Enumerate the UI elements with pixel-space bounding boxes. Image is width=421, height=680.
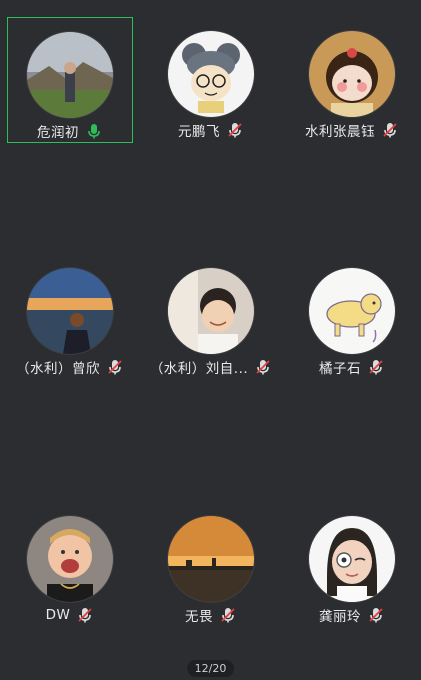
avatar — [27, 32, 113, 118]
participant-name: （水利）曾欣 — [16, 361, 100, 377]
mic-muted-icon[interactable] — [226, 121, 244, 139]
avatar — [309, 268, 395, 354]
participant-tile[interactable]: 水利张晨钰 — [289, 17, 415, 143]
participant-tile[interactable]: 危润初 — [7, 17, 133, 143]
mic-muted-icon[interactable] — [367, 358, 385, 376]
participant-name: DW — [45, 607, 71, 623]
mic-muted-icon[interactable] — [367, 606, 385, 624]
participant-tile[interactable]: 橘子石 — [289, 254, 415, 380]
avatar — [309, 31, 395, 117]
participant-tile[interactable]: （水利）刘自... — [148, 254, 274, 380]
mic-muted-icon[interactable] — [254, 358, 272, 376]
avatar — [168, 268, 254, 354]
participant-name: （水利）刘自... — [149, 361, 249, 377]
meeting-grid: 危润初 元鹏飞 水利张晨钰 （水利）曾欣 （水利）刘自... 橘子石 DW 无畏… — [0, 0, 421, 680]
participant-tile[interactable]: 龚丽玲 — [289, 502, 415, 628]
participant-tile[interactable]: DW — [7, 502, 133, 628]
participant-name: 橘子石 — [319, 361, 361, 377]
avatar — [168, 516, 254, 602]
mic-muted-icon[interactable] — [219, 606, 237, 624]
avatar — [309, 516, 395, 602]
avatar — [27, 268, 113, 354]
participant-name: 元鹏飞 — [178, 124, 220, 140]
participant-tile[interactable]: （水利）曾欣 — [7, 254, 133, 380]
mic-muted-icon[interactable] — [381, 121, 399, 139]
participant-tile[interactable]: 元鹏飞 — [148, 17, 274, 143]
participant-name: 水利张晨钰 — [305, 124, 375, 140]
mic-muted-icon[interactable] — [76, 606, 94, 624]
participant-name: 龚丽玲 — [319, 609, 361, 625]
page-indicator: 12/20 — [186, 660, 235, 677]
participant-name: 无畏 — [185, 609, 213, 625]
mic-on-icon[interactable] — [85, 122, 103, 140]
mic-muted-icon[interactable] — [106, 358, 124, 376]
avatar — [168, 31, 254, 117]
avatar — [27, 516, 113, 602]
participant-name: 危润初 — [37, 125, 79, 141]
participant-tile[interactable]: 无畏 — [148, 502, 274, 628]
